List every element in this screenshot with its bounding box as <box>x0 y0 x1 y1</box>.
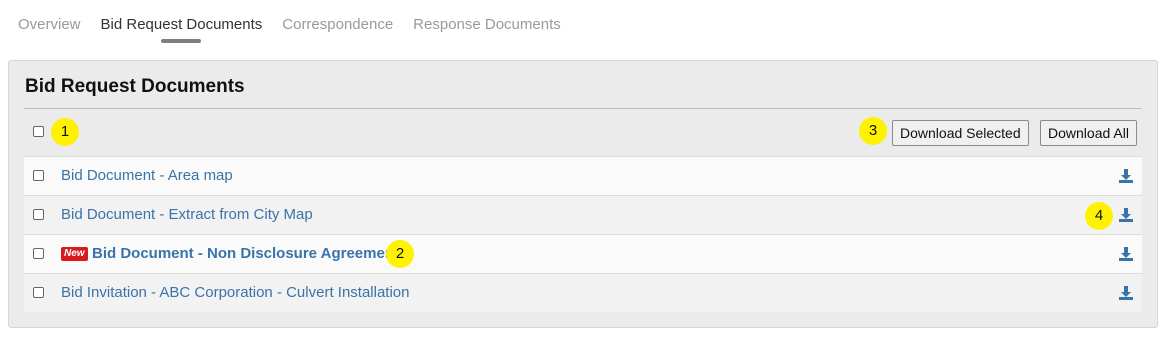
document-row: Bid Document - Extract from City Map 4 <box>24 195 1142 234</box>
document-link[interactable]: Bid Document - Area map <box>61 167 233 184</box>
download-icon[interactable] <box>1118 168 1134 184</box>
document-checkbox[interactable] <box>33 170 44 181</box>
new-badge: New <box>61 247 88 261</box>
document-row: Bid Invitation - ABC Corporation - Culve… <box>24 273 1142 312</box>
title-divider <box>24 108 1142 109</box>
callout-3: 3 <box>859 117 887 145</box>
download-icon[interactable] <box>1118 246 1134 262</box>
tab-bid-request-documents[interactable]: Bid Request Documents <box>101 14 263 46</box>
bid-request-documents-panel: Bid Request Documents 1 3 Download Selec… <box>8 60 1158 328</box>
tab-correspondence[interactable]: Correspondence <box>282 14 393 46</box>
documents-toolbar: 1 3 Download Selected Download All <box>24 111 1142 155</box>
download-selected-button[interactable]: Download Selected <box>892 120 1029 146</box>
document-link[interactable]: Bid Document - Extract from City Map <box>61 206 313 223</box>
document-checkbox[interactable] <box>33 248 44 259</box>
download-icon[interactable] <box>1118 207 1134 223</box>
callout-4: 4 <box>1085 202 1113 230</box>
tab-response-documents[interactable]: Response Documents <box>413 14 561 46</box>
document-link[interactable]: Bid Invitation - ABC Corporation - Culve… <box>61 284 410 301</box>
panel-title: Bid Request Documents <box>25 76 245 97</box>
download-icon[interactable] <box>1118 285 1134 301</box>
callout-2: 2 <box>386 240 414 268</box>
document-checkbox[interactable] <box>33 287 44 298</box>
documents-list: Bid Document - Area map Bid Document - E… <box>24 156 1142 312</box>
document-row: New Bid Document - Non Disclosure Agreem… <box>24 234 1142 273</box>
tab-bar: Overview Bid Request Documents Correspon… <box>18 14 581 46</box>
select-all-checkbox[interactable] <box>33 126 44 137</box>
download-all-button[interactable]: Download All <box>1040 120 1137 146</box>
callout-1: 1 <box>51 118 79 146</box>
document-checkbox[interactable] <box>33 209 44 220</box>
tab-overview[interactable]: Overview <box>18 14 81 46</box>
document-link[interactable]: Bid Document - Non Disclosure Agreement <box>92 245 399 262</box>
document-row: Bid Document - Area map <box>24 156 1142 195</box>
